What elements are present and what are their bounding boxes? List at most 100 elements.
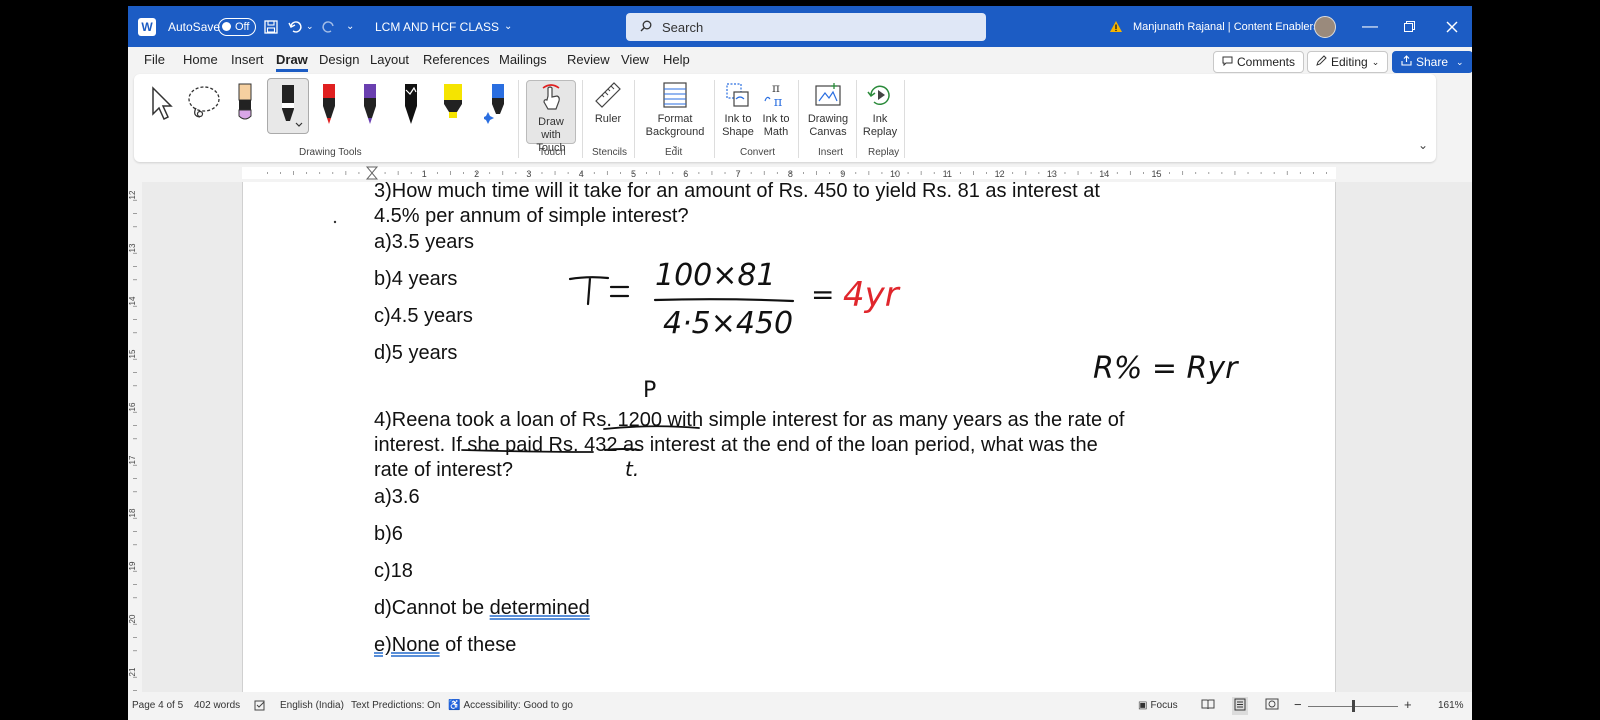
q3-text-line-2[interactable]: 4.5% per annum of simple interest? [374, 205, 689, 228]
q4-text-line-1[interactable]: 4)Reena took a loan of Rs. 1200 with sim… [374, 409, 1124, 432]
focus-button[interactable]: ▣ Focus [1138, 700, 1178, 711]
tab-help[interactable]: Help [663, 52, 690, 67]
redo-icon[interactable] [320, 6, 336, 47]
vertical-ruler-scale: 12 13 14 15 16 17 18 19 20 21 [128, 190, 137, 705]
tab-home[interactable]: Home [183, 52, 218, 67]
customize-toolbar-icon[interactable]: ⌄ [346, 6, 354, 47]
action-pen-icon[interactable] [482, 82, 510, 129]
comments-button[interactable]: Comments [1213, 51, 1305, 73]
tab-view[interactable]: View [621, 52, 649, 67]
save-icon[interactable] [264, 6, 278, 47]
tab-insert[interactable]: Insert [231, 52, 264, 67]
ink-r-note: R% = Ryr [1093, 351, 1239, 386]
draw-with-touch-button[interactable]: Draw with Touch [526, 80, 576, 154]
share-button[interactable]: Share ⌄ [1392, 51, 1472, 73]
collapse-ribbon-icon[interactable]: ⌄ [1418, 138, 1428, 152]
ruler-number: 11 [943, 169, 952, 179]
user-name[interactable]: Manjunath Rajanal | Content Enablers [1133, 6, 1319, 47]
q3-option-c[interactable]: c)4.5 years [374, 305, 473, 328]
pen-pencil-icon[interactable] [400, 82, 422, 129]
print-layout-icon[interactable] [1232, 697, 1248, 715]
search-icon [640, 20, 652, 35]
q4-option-d[interactable]: d)Cannot be determined [374, 597, 590, 620]
pen-red-icon[interactable] [318, 82, 340, 129]
q4-option-e[interactable]: e)None of these [374, 634, 516, 657]
format-background-button[interactable]: Format Background ⌄ [642, 80, 708, 152]
vertical-ruler-number: 17 [128, 455, 137, 464]
ink-to-math-button[interactable]: ππ Ink to Math [758, 80, 794, 139]
search-box[interactable]: Search [626, 13, 986, 41]
ink-to-math-label-2: Math [763, 126, 789, 138]
restore-icon[interactable] [1404, 6, 1415, 47]
q4-option-e-proofing-word[interactable]: e)None [374, 634, 440, 656]
q4-text-line-2[interactable]: interest. If she paid Rs. 432 as interes… [374, 434, 1098, 457]
tab-design[interactable]: Design [319, 52, 359, 67]
q3-text-line-1[interactable]: 3)How much time will it take for an amou… [374, 182, 1100, 203]
q4-option-d-proofing-word[interactable]: determined [490, 597, 590, 619]
text-predictions[interactable]: Text Predictions: On [351, 700, 440, 711]
language[interactable]: English (India) [280, 700, 344, 711]
q3-option-b[interactable]: b)4 years [374, 268, 457, 291]
eraser-icon[interactable] [234, 82, 256, 129]
word-count[interactable]: 402 words [194, 700, 240, 711]
tab-mailings[interactable]: Mailings [499, 52, 547, 67]
zoom-in-icon[interactable]: + [1404, 697, 1412, 712]
q4-option-c[interactable]: c)18 [374, 560, 413, 583]
format-background-icon [642, 80, 708, 110]
ink-to-shape-button[interactable]: Ink to Shape [720, 80, 756, 139]
document-page[interactable]: 3)How much time will it take for an amou… [242, 182, 1336, 692]
search-placeholder: Search [662, 19, 704, 35]
q3-option-a[interactable]: a)3.5 years [374, 231, 474, 254]
highlighter-yellow-icon[interactable] [440, 82, 466, 129]
document-title-text: LCM AND HCF CLASS [375, 19, 500, 34]
zoom-out-icon[interactable]: − [1294, 697, 1302, 712]
vertical-ruler-number: 13 [128, 243, 137, 252]
pen-black-selected[interactable] [267, 78, 309, 134]
ribbon-separator [634, 80, 635, 158]
autosave-state: Off [235, 20, 250, 33]
ink-t-mark: t. [625, 457, 639, 481]
minimize-icon[interactable]: — [1362, 6, 1378, 47]
autosave-toggle[interactable]: Off [218, 17, 256, 36]
group-label-replay: Replay [868, 147, 900, 158]
focus-label: Focus [1150, 700, 1178, 711]
drawing-canvas-label-2: Canvas [809, 126, 847, 138]
ink-denominator: 4·5×450 [663, 306, 793, 341]
q4-option-a[interactable]: a)3.6 [374, 486, 420, 509]
read-mode-icon[interactable] [1201, 698, 1215, 713]
select-objects-icon[interactable] [150, 86, 176, 127]
tab-draw[interactable]: Draw [276, 52, 308, 72]
q3-option-d[interactable]: d)5 years [374, 342, 457, 365]
lasso-select-icon[interactable] [186, 84, 222, 127]
page-count[interactable]: Page 4 of 5 [132, 700, 183, 711]
tab-review[interactable]: Review [567, 52, 610, 67]
pen-purple-icon[interactable] [359, 82, 381, 129]
ruler-button[interactable]: Ruler [588, 80, 628, 126]
ruler-number: 3 [526, 169, 531, 179]
ink-replay-icon [862, 80, 898, 110]
accessibility-status[interactable]: ♿ Accessibility: Good to go [448, 700, 573, 711]
warning-icon[interactable] [1109, 6, 1123, 47]
ink-replay-button[interactable]: Ink Replay [862, 80, 898, 139]
tab-references[interactable]: References [423, 52, 489, 67]
ink-replay-label-1: Ink [872, 113, 888, 125]
q4-option-b[interactable]: b)6 [374, 523, 403, 546]
document-area[interactable]: 3)How much time will it take for an amou… [142, 182, 1472, 692]
document-title[interactable]: LCM AND HCF CLASS ⌄ [375, 6, 512, 47]
q4-text-line-3[interactable]: rate of interest? [374, 459, 513, 482]
undo-dropdown-icon[interactable]: ⌄ [306, 6, 314, 47]
close-icon[interactable] [1446, 6, 1458, 47]
zoom-slider-thumb[interactable] [1352, 700, 1355, 712]
user-avatar[interactable] [1314, 15, 1336, 38]
drawing-canvas-button[interactable]: Drawing Canvas [804, 80, 852, 139]
web-layout-icon[interactable] [1265, 698, 1279, 713]
tab-file[interactable]: File [144, 52, 165, 67]
zoom-level[interactable]: 161% [1438, 700, 1464, 711]
proofing-icon[interactable] [254, 700, 266, 714]
share-icon [1401, 55, 1412, 69]
ruler-number: 7 [736, 169, 741, 179]
undo-icon[interactable] [288, 6, 304, 47]
ruler-number: 1 [422, 169, 427, 179]
tab-layout[interactable]: Layout [370, 52, 409, 67]
editing-button[interactable]: Editing ⌄ [1307, 51, 1389, 73]
